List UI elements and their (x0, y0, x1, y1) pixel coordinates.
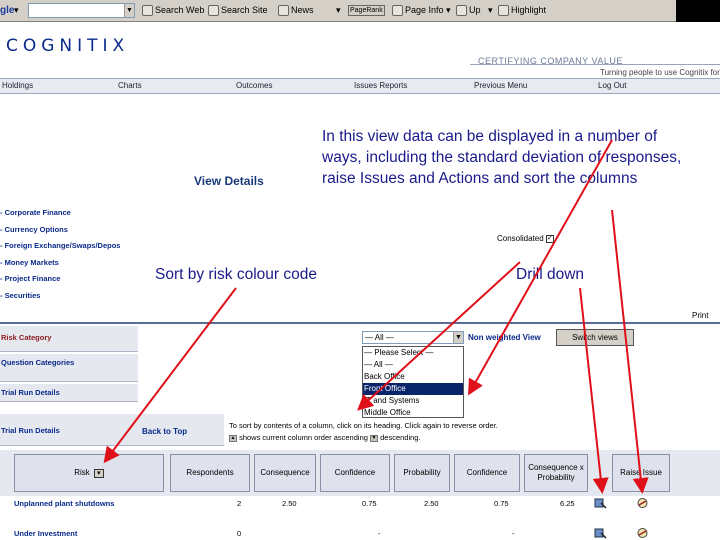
switch-views-button[interactable]: Switch views (556, 329, 634, 346)
filter-option[interactable]: Back Office (363, 371, 463, 383)
column-header-respondents[interactable]: Respondents (170, 454, 250, 492)
chevron-down-icon[interactable]: ▾ (446, 3, 451, 18)
question-categories-row: Question Categories (0, 354, 138, 382)
news-icon (278, 5, 289, 17)
sort-instructions: To sort by contents of a column, click o… (229, 421, 498, 442)
cell-confidence: 0.75 (494, 499, 509, 508)
nav-charts[interactable]: Charts (118, 81, 142, 90)
chevron-down-icon[interactable]: ▼ (453, 332, 463, 343)
nav-holdings[interactable]: Holdings (2, 81, 33, 90)
cell-consequence: 2.50 (282, 499, 297, 508)
browser-toolbar: gle ▾ ▼ Search Web Search Site News ▾ Pa… (0, 0, 720, 22)
table-row-name[interactable]: Unplanned plant shutdowns (14, 499, 114, 508)
filter-option-selected[interactable]: Front Office (363, 383, 463, 395)
window-corner (676, 0, 720, 22)
filter-option[interactable]: — All — (363, 359, 463, 371)
google-logo[interactable]: gle (0, 3, 14, 18)
main-nav: Holdings Charts Outcomes Issues Reports … (0, 78, 720, 94)
nav-issues-reports[interactable]: Issues Reports (354, 81, 407, 90)
column-header-probability[interactable]: Probability (394, 454, 450, 492)
annotation-drill-down: Drill down (516, 266, 585, 283)
descending-icon: ▼ (370, 434, 379, 442)
cell-respondents: 2 (237, 499, 242, 508)
highlighter-icon (498, 5, 509, 17)
raise-issue-icon[interactable] (636, 497, 649, 509)
category-link[interactable]: - Foreign Exchange/Swaps/Depos (0, 241, 120, 250)
category-link[interactable]: - Currency Options (0, 225, 68, 234)
column-header-raise-issue[interactable]: Raise Issue (612, 454, 670, 492)
tagline: CERTIFYING COMPANY VALUE (478, 56, 623, 66)
column-header-risk[interactable]: Risk ▾ (14, 454, 164, 492)
trial-run-details-row: Trial Run Details (0, 384, 138, 402)
drill-down-icon[interactable] (594, 527, 607, 539)
pagerank-meter: PageRank (348, 5, 385, 16)
search-site-button[interactable]: Search Site (208, 3, 268, 18)
print-link[interactable]: Print (692, 311, 708, 320)
arrow-to-raise-issue (611, 209, 649, 494)
raise-issue-icon[interactable] (636, 527, 649, 539)
annotation-sort: Sort by risk colour code (155, 266, 317, 283)
page-info-button[interactable]: Page Info (392, 3, 444, 18)
column-header-confidence[interactable]: Confidence (320, 454, 390, 492)
up-arrow-icon (456, 5, 467, 17)
risk-category-label: Risk Category (1, 333, 52, 342)
chevron-down-icon[interactable]: ▾ (488, 3, 493, 18)
ascending-icon: ▲ (229, 434, 237, 442)
column-header-consequence-x-probability[interactable]: Consequence x Probability (524, 454, 588, 492)
risk-filter-options[interactable]: — Please Select — — All — Back Office Fr… (362, 346, 464, 418)
info-icon (392, 5, 403, 17)
cell-respondents: 0 (237, 529, 242, 538)
cell-cxp: 6.25 (560, 499, 575, 508)
nav-previous-menu[interactable]: Previous Menu (474, 81, 527, 90)
risk-filter-select[interactable]: — All — ▼ (362, 331, 464, 344)
search-icon (208, 5, 219, 17)
page-title: View Details (194, 174, 264, 188)
filter-option[interactable]: IT and Systems (363, 395, 463, 407)
tagline-secondary: Turning people to use Cognitix for (600, 68, 720, 77)
site-logo[interactable]: COGNITIX (6, 36, 129, 56)
filter-option[interactable]: Middle Office (363, 407, 463, 419)
up-button[interactable]: Up (456, 3, 481, 18)
filter-option[interactable]: — Please Select — (363, 347, 463, 359)
consolidated-checkbox[interactable]: ✓ (545, 234, 554, 243)
cell-confidence: 0.75 (362, 499, 377, 508)
nav-outcomes[interactable]: Outcomes (236, 81, 272, 90)
search-web-button[interactable]: Search Web (142, 3, 204, 18)
annotation-callout: In this view data can be displayed in a … (322, 128, 682, 187)
table-row-name[interactable]: Under Investment (14, 529, 77, 538)
category-link[interactable]: - Money Markets (0, 258, 59, 267)
cell-probability: - (512, 529, 515, 538)
back-to-top-link[interactable]: Back to Top (142, 427, 187, 436)
category-link[interactable]: - Corporate Finance (0, 208, 71, 217)
category-link[interactable]: - Securities (0, 291, 40, 300)
consolidated-toggle[interactable]: Consolidated ✓ (497, 234, 554, 243)
category-link[interactable]: - Project Finance (0, 274, 60, 283)
chevron-down-icon[interactable]: ▾ (336, 3, 341, 18)
section-divider (0, 322, 720, 324)
column-header-consequence[interactable]: Consequence (254, 454, 316, 492)
trial-run-details-row: Trial Run Details (0, 414, 224, 446)
chevron-down-icon[interactable]: ▾ (14, 3, 19, 18)
nav-log-out[interactable]: Log Out (598, 81, 626, 90)
chevron-down-icon[interactable]: ▼ (124, 4, 134, 17)
news-button[interactable]: News (278, 3, 314, 18)
cell-consequence: - (378, 529, 381, 538)
non-weighted-view-label: Non weighted View (468, 333, 541, 342)
risk-category-row: Risk Category (0, 326, 138, 352)
drill-down-icon[interactable] (594, 497, 607, 509)
chevron-down-icon[interactable]: ▾ (93, 468, 104, 478)
column-header-confidence[interactable]: Confidence (454, 454, 520, 492)
search-input[interactable]: ▼ (28, 3, 135, 18)
search-icon (142, 5, 153, 17)
cell-probability: 2.50 (424, 499, 439, 508)
highlight-button[interactable]: Highlight (498, 3, 546, 18)
